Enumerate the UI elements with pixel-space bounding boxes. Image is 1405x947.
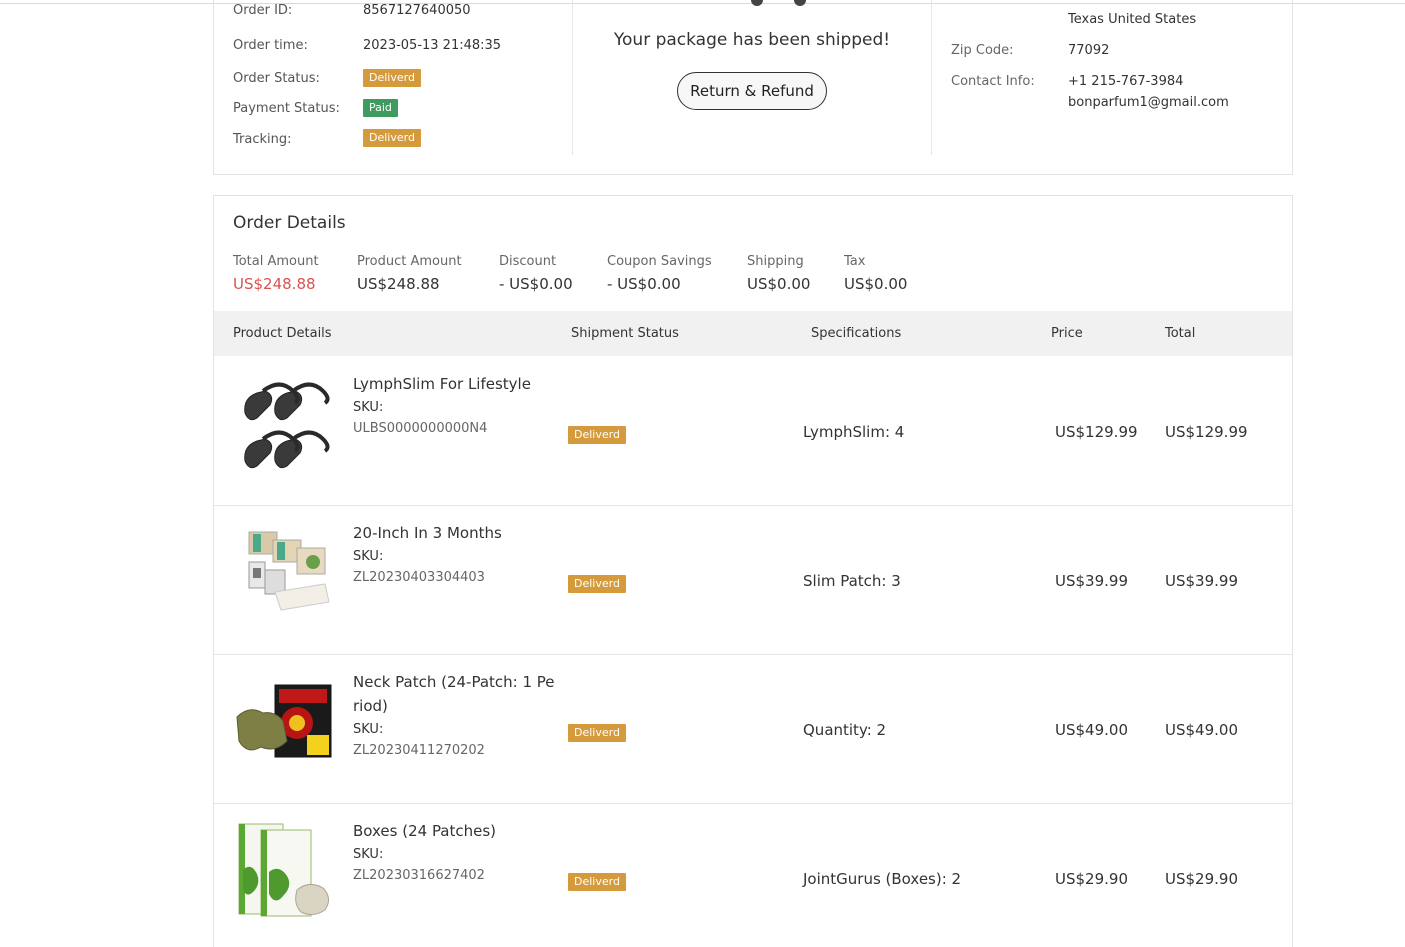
order-status-badge: Deliverd xyxy=(363,69,421,87)
shipment-status-badge: Deliverd xyxy=(568,572,626,593)
contact-phone: +1 215-767-3984 xyxy=(1068,74,1184,89)
payment-status-label: Payment Status: xyxy=(233,101,340,116)
tax-value: US$0.00 xyxy=(844,275,908,293)
header-specifications: Specifications xyxy=(811,326,902,341)
discount-label: Discount xyxy=(499,254,557,269)
product-total: US$49.00 xyxy=(1165,721,1238,739)
product-spec: LymphSlim: 4 xyxy=(803,423,905,441)
row-divider xyxy=(214,505,1292,506)
slim-patch-image[interactable] xyxy=(235,522,335,622)
product-sku: ZL20230403304403 xyxy=(353,570,485,585)
product-price: US$29.90 xyxy=(1055,870,1128,888)
product-total: US$29.90 xyxy=(1165,870,1238,888)
coupon-savings-label: Coupon Savings xyxy=(607,254,712,269)
total-amount-label: Total Amount xyxy=(233,254,319,269)
shipment-status-badge: Deliverd xyxy=(568,423,626,444)
header-product-details: Product Details xyxy=(233,326,332,341)
order-time-value: 2023-05-13 21:48:35 xyxy=(363,38,502,53)
order-time-label: Order time: xyxy=(233,38,308,53)
shipment-status-text: Deliverd xyxy=(568,575,626,593)
header-price: Price xyxy=(1051,326,1083,341)
product-price: US$49.00 xyxy=(1055,721,1128,739)
product-table-header xyxy=(214,311,1292,356)
product-name[interactable]: Boxes (24 Patches) xyxy=(353,819,558,843)
product-sku: ZL20230411270202 xyxy=(353,743,485,758)
product-spec: JointGurus (Boxes): 2 xyxy=(803,870,962,888)
zip-code-value: 77092 xyxy=(1068,43,1110,58)
shipping-value: US$0.00 xyxy=(747,275,811,293)
shipment-status-badge: Deliverd xyxy=(568,721,626,742)
address-region: Texas United States xyxy=(1068,12,1197,27)
payment-status-badge: Paid xyxy=(363,99,398,117)
shipment-status-text: Deliverd xyxy=(568,873,626,891)
shipment-status-badge: Deliverd xyxy=(568,870,626,891)
return-refund-button[interactable]: Return & Refund xyxy=(677,72,827,110)
product-name[interactable]: 20-Inch In 3 Months xyxy=(353,521,558,545)
tax-label: Tax xyxy=(844,254,866,269)
coupon-savings-value: - US$0.00 xyxy=(607,275,681,293)
product-amount-value: US$248.88 xyxy=(357,275,440,293)
product-spec: Slim Patch: 3 xyxy=(803,572,901,590)
payment-status-text: Paid xyxy=(363,99,398,117)
sku-label: SKU: xyxy=(353,400,384,415)
product-amount-label: Product Amount xyxy=(357,254,462,269)
shipping-label: Shipping xyxy=(747,254,804,269)
order-id-label: Order ID: xyxy=(233,3,293,18)
order-status-label: Order Status: xyxy=(233,71,320,86)
product-total: US$39.99 xyxy=(1165,572,1238,590)
discount-value: - US$0.00 xyxy=(499,275,573,293)
column-divider xyxy=(931,0,932,155)
order-id-value: 8567127640050 xyxy=(363,3,471,18)
product-name[interactable]: Neck Patch (24-Patch: 1 Period) xyxy=(353,670,558,718)
zip-code-label: Zip Code: xyxy=(951,43,1014,58)
tracking-label: Tracking: xyxy=(233,132,292,147)
pain-relief-patch-image[interactable] xyxy=(235,820,335,920)
order-status-text: Deliverd xyxy=(363,69,421,87)
product-price: US$129.99 xyxy=(1055,423,1138,441)
column-divider xyxy=(572,0,573,155)
header-total: Total xyxy=(1165,326,1196,341)
product-total: US$129.99 xyxy=(1165,423,1248,441)
contact-info-label: Contact Info: xyxy=(951,74,1035,89)
shipment-status-text: Deliverd xyxy=(568,724,626,742)
tracking-text: Deliverd xyxy=(363,129,421,147)
tracking-badge: Deliverd xyxy=(363,129,421,147)
lymph-device-image[interactable] xyxy=(235,373,335,473)
sku-label: SKU: xyxy=(353,847,384,862)
contact-email: bonparfum1@gmail.com xyxy=(1068,95,1229,110)
sku-label: SKU: xyxy=(353,722,384,737)
shipped-message: Your package has been shipped! xyxy=(613,30,891,50)
product-spec: Quantity: 2 xyxy=(803,721,887,739)
shipment-status-text: Deliverd xyxy=(568,426,626,444)
product-sku: ZL20230316627402 xyxy=(353,868,485,883)
product-price: US$39.99 xyxy=(1055,572,1128,590)
total-amount-value: US$248.88 xyxy=(233,275,316,293)
neck-patch-image[interactable] xyxy=(235,671,335,771)
row-divider xyxy=(214,654,1292,655)
product-sku: ULBS0000000000N4 xyxy=(353,421,488,436)
product-name[interactable]: LymphSlim For Lifestyle xyxy=(353,372,558,396)
row-divider xyxy=(214,803,1292,804)
sku-label: SKU: xyxy=(353,549,384,564)
header-shipment-status: Shipment Status xyxy=(571,326,679,341)
order-details-title: Order Details xyxy=(233,213,346,233)
